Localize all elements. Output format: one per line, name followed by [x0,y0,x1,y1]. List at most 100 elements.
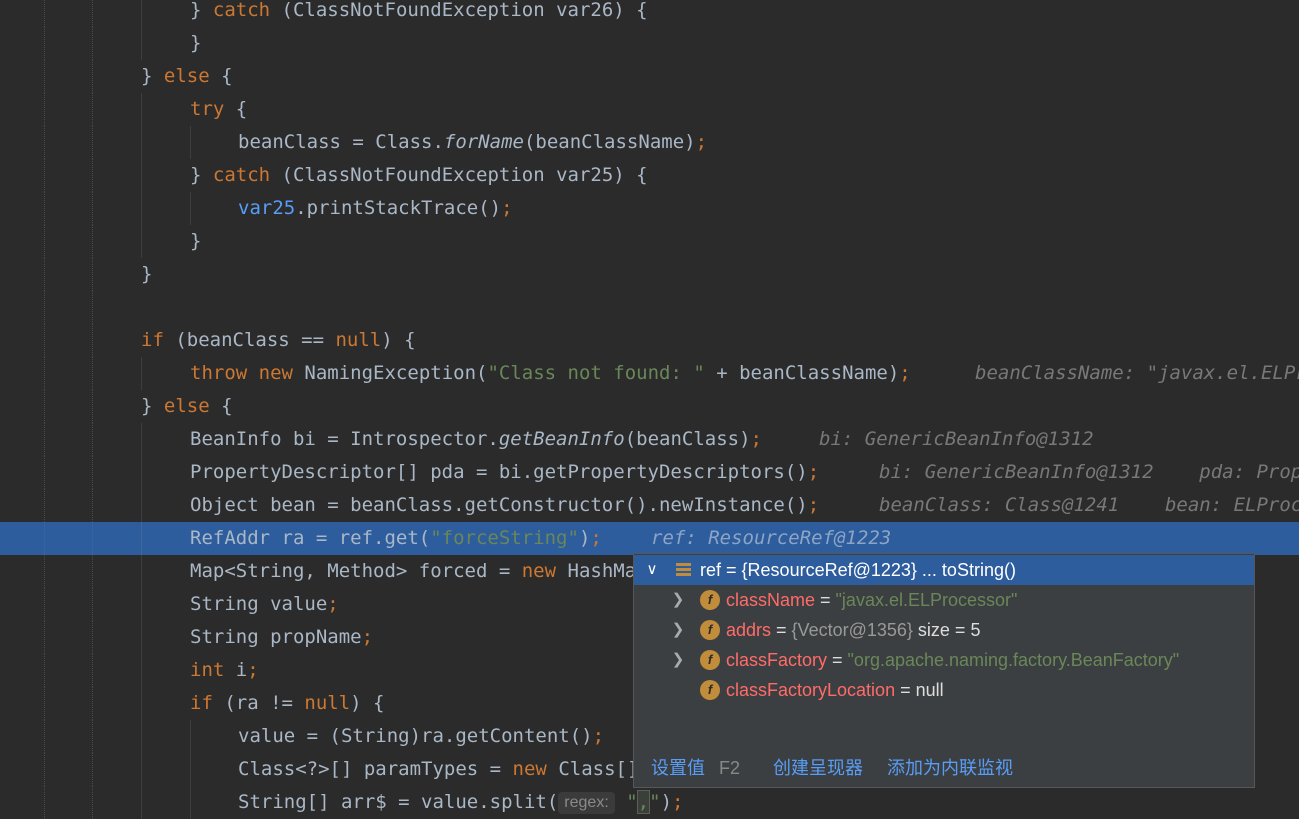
code-text: (ClassNotFoundException var25) { [270,164,648,186]
code-line[interactable]: String[] arr$ = value.split(regex: ","); [0,786,1299,819]
add-inline-watch-link[interactable]: 添加为内联监视 [887,750,1013,786]
code-text: { [209,65,233,87]
semicolon: ; [590,527,602,549]
code-text: } [141,263,153,285]
code-text: (beanClass == [163,329,336,351]
chevron-right-icon[interactable]: ❯ [670,645,686,675]
popup-action-bar: 设置值 F2 创建呈现器 添加为内联监视 [634,750,1254,786]
code-line[interactable]: } catch (ClassNotFoundException var25) { [0,159,1299,192]
inline-debug-hint[interactable]: bi: GenericBeanInfo@1312 [819,423,1094,456]
keyword: catch [212,0,271,21]
code-text: i [224,659,248,681]
keyword: new [521,560,557,582]
field-value: null [915,680,944,700]
keyword: try [190,98,225,120]
code-text: { [209,395,233,417]
object-ref: {ResourceRef@1223} [741,560,917,580]
field-name: classFactoryLocation [726,680,896,700]
string-literal: "forceString" [430,527,579,549]
code-text: + beanClassName) [704,362,900,384]
code-line[interactable]: throw new NamingException("Class not fou… [0,357,1299,390]
code-text: } [190,230,202,252]
code-line[interactable]: } else { [0,390,1299,423]
field-name: classFactory [726,650,828,670]
chevron-right-icon[interactable]: ❯ [670,615,686,645]
chevron-down-icon[interactable]: ∨ [644,555,660,585]
code-text: ) { [381,329,416,351]
keyword: new [512,758,547,780]
inline-debug-hint[interactable]: beanClassName: "javax.el.ELProcessor" [975,357,1299,390]
create-renderer-link[interactable]: 创建呈现器 [773,750,863,786]
code-text: String propName [190,626,362,648]
semicolon: ; [672,791,684,813]
code-text: NamingException( [292,362,488,384]
set-value-link[interactable]: 设置值 [651,750,705,786]
field-icon: f [700,680,720,700]
code-line[interactable]: } catch (ClassNotFoundException var26) { [0,0,1299,27]
code-text: PropertyDescriptor[] pda = bi.getPropert… [190,461,808,483]
semicolon: ; [501,197,513,219]
parameter-hint: regex: [558,791,615,814]
code-text: String value [190,593,328,615]
string-literal: "Class not found: " [487,362,705,384]
code-text: ) [578,527,591,549]
equals: = [721,560,742,580]
code-line[interactable]: var25.printStackTrace(); [0,192,1299,225]
variable-name: ref [700,560,722,580]
keyword: else [163,395,210,417]
code-line[interactable]: try { [0,93,1299,126]
tree-node-field[interactable]: ❯ f className = "javax.el.ELProcessor" [634,585,1254,615]
code-text: (ClassNotFoundException var26) { [270,0,648,21]
code-line[interactable]: } [0,258,1299,291]
keyword: int [190,659,225,681]
code-line[interactable]: } else { [0,60,1299,93]
code-text: Class<?>[] paramTypes = [238,758,513,780]
brace: } [190,164,202,186]
semicolon: ; [327,593,339,615]
field-icon: f [700,590,720,610]
semicolon: ; [695,131,708,153]
keyword: catch [212,164,271,186]
field-size: size = 5 [912,620,981,640]
method-name: getBeanInfo [498,428,625,450]
to-string-link[interactable]: ... toString() [917,560,1016,580]
code-text: (beanClassName) [523,131,696,153]
inline-debug-hint[interactable]: beanClass: Class@1241 bean: ELProcessor@… [879,489,1299,522]
code-text: (ra != [212,692,305,714]
text-cursor[interactable]: , [636,790,651,814]
semicolon: ; [807,461,820,483]
inline-debug-hint[interactable]: ref: ResourceRef@1223 [651,522,891,555]
method-name: forName [443,131,524,153]
code-text: String[] arr$ = value.split( [238,791,559,813]
code-text: } [190,32,202,54]
code-line[interactable]: PropertyDescriptor[] pda = bi.getPropert… [0,456,1299,489]
code-line[interactable]: beanClass = Class.forName(beanClassName)… [0,126,1299,159]
semicolon: ; [592,725,605,747]
code-line[interactable]: if (beanClass == null) { [0,324,1299,357]
inline-debug-hint[interactable]: bi: GenericBeanInfo@1312 pda: PropertyDe… [879,456,1299,489]
field-value: {Vector@1356} [791,620,913,640]
tree-node-field[interactable]: ❯ f addrs = {Vector@1356} size = 5 [634,615,1254,645]
debug-value-popup[interactable]: ∨ ref = {ResourceRef@1223} ... toString(… [633,553,1255,788]
string-literal: " [649,791,661,813]
field-name: addrs [726,620,772,640]
keyword: throw [190,362,248,384]
tree-node-field[interactable]: f classFactoryLocation = null [634,675,1254,705]
brace: } [190,0,202,21]
code-line[interactable]: } [0,225,1299,258]
code-text: beanClass = Class. [238,131,444,153]
chevron-right-icon[interactable]: ❯ [670,585,686,615]
tree-node-ref[interactable]: ∨ ref = {ResourceRef@1223} ... toString(… [634,555,1254,585]
keyword: null [335,329,382,351]
equals: = [771,620,792,640]
brace: } [141,65,153,87]
semicolon: ; [247,659,259,681]
code-line[interactable]: BeanInfo bi = Introspector.getBeanInfo(b… [0,423,1299,456]
code-line[interactable] [0,291,1299,324]
code-line[interactable]: Object bean = beanClass.getConstructor()… [0,489,1299,522]
code-text: Map<String, Method> forced = [190,560,522,582]
current-execution-line[interactable]: RefAddr ra = ref.get("forceString"); ref… [0,522,1299,555]
code-line[interactable]: } [0,27,1299,60]
field-name: className [726,590,816,610]
tree-node-field[interactable]: ❯ f classFactory = "org.apache.naming.fa… [634,645,1254,675]
